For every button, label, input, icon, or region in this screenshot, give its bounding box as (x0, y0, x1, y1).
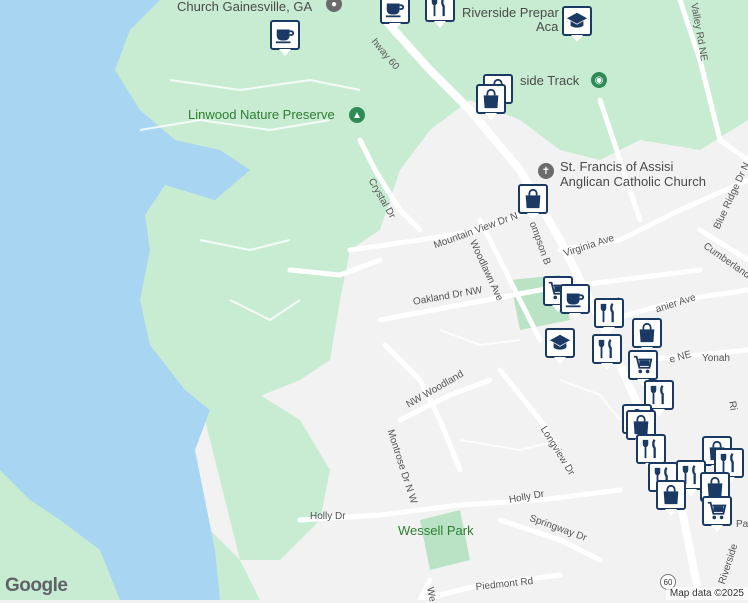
tree-icon[interactable]: ▲ (349, 107, 365, 123)
map-attribution[interactable]: Map data ©2025 (665, 587, 748, 600)
restaurant-icon (718, 452, 740, 474)
coffee-marker[interactable] (560, 284, 590, 320)
google-logo[interactable]: Google (5, 575, 68, 597)
coffee-icon (274, 24, 296, 46)
shopping-cart-icon (706, 500, 728, 522)
school-marker[interactable] (545, 328, 575, 364)
st-francis-label-1[interactable]: St. Francis of Assisi (560, 160, 673, 174)
linwood-nature-preserve-label[interactable]: Linwood Nature Preserve (188, 108, 335, 122)
coffee-icon (384, 0, 406, 20)
shopping-bag-icon (522, 188, 544, 210)
shopping-bag-icon (630, 414, 652, 436)
map-canvas[interactable] (0, 0, 748, 600)
restaurant-icon (596, 338, 618, 360)
riverside-prep-label-2[interactable]: Aca (536, 20, 558, 34)
shopping-marker[interactable] (656, 480, 686, 516)
restaurant-icon (429, 0, 451, 18)
restaurant-marker[interactable] (594, 298, 624, 334)
yonah-label: Yonah (702, 353, 730, 364)
shopping-marker[interactable] (476, 84, 506, 120)
church-gainesville-label[interactable]: Church Gainesville, GA (177, 0, 312, 14)
coffee-marker[interactable] (380, 0, 410, 30)
track-icon[interactable]: ◉ (591, 72, 607, 88)
pa-label: Pa (736, 519, 748, 530)
wessell-park-label[interactable]: Wessell Park (398, 524, 474, 538)
shopping-bag-icon (636, 322, 658, 344)
restaurant-icon (598, 302, 620, 324)
grocery-marker[interactable] (702, 496, 732, 532)
shopping-cart-icon (632, 354, 654, 376)
st-francis-label-2[interactable]: Anglican Catholic Church (560, 175, 706, 189)
school-icon (549, 332, 571, 354)
shopping-bag-icon (480, 88, 502, 110)
restaurant-icon (648, 384, 670, 406)
shopping-marker[interactable] (632, 318, 662, 354)
shopping-bag-icon (660, 484, 682, 506)
coffee-icon (564, 288, 586, 310)
restaurant-marker[interactable] (592, 334, 622, 370)
shopping-marker[interactable] (518, 184, 548, 220)
restaurant-marker[interactable] (636, 434, 666, 470)
riverside-track-label[interactable]: side Track (520, 74, 579, 88)
school-marker[interactable] (562, 6, 592, 42)
coffee-marker[interactable] (270, 20, 300, 56)
church-icon[interactable]: ✝ (538, 163, 554, 179)
shopping-bag-icon (704, 476, 726, 498)
restaurant-icon (640, 438, 662, 460)
grocery-marker[interactable] (628, 350, 658, 386)
we-label: We (424, 586, 438, 603)
school-icon (566, 10, 588, 32)
holly-dr-label: Holly Dr (310, 511, 346, 522)
restaurant-marker[interactable] (425, 0, 455, 28)
riverside-prep-label[interactable]: Riverside Prepar (462, 6, 559, 20)
